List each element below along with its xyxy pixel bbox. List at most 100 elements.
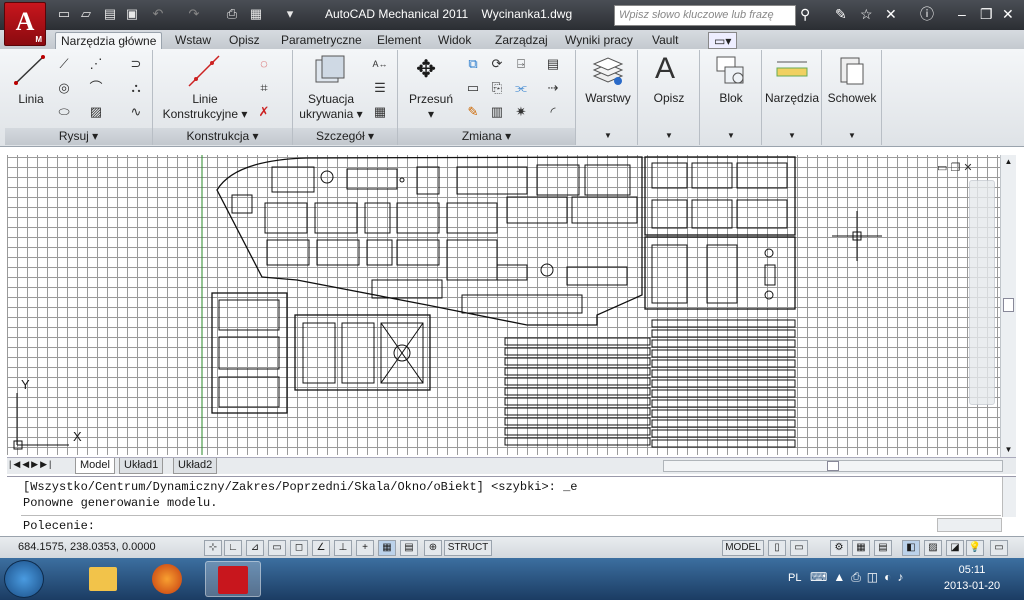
start-button[interactable]	[4, 560, 44, 598]
otrack-icon[interactable]: ⊥	[334, 540, 352, 556]
dyn-icon[interactable]: ▦	[378, 540, 396, 556]
construction-line-icon[interactable]	[187, 54, 221, 88]
copy-icon[interactable]: ⧉	[462, 54, 484, 74]
infer-constraints-icon[interactable]: ⊹	[204, 540, 222, 556]
isolate-icon[interactable]: ◧	[902, 540, 920, 556]
application-menu-button[interactable]: AM	[4, 2, 46, 46]
stretch-icon[interactable]: ▭	[462, 78, 484, 98]
qp-icon[interactable]: ⊕	[424, 540, 442, 556]
mirror-icon[interactable]: ⫘	[510, 78, 532, 98]
lineweight-icon[interactable]: ▤	[400, 540, 418, 556]
hardware-icon[interactable]: ▨	[924, 540, 942, 556]
command-scrollbar[interactable]	[937, 518, 1002, 532]
osnap-icon[interactable]: ∠	[312, 540, 330, 556]
rectangle-point-icon[interactable]: ⌗	[253, 78, 275, 98]
tray-icons[interactable]: ⌨▲⎙◫◐♪	[810, 570, 909, 585]
offset-icon[interactable]: ⊃	[125, 54, 147, 74]
text-edit-icon[interactable]: A↔	[369, 54, 391, 74]
trim-icon[interactable]: ⍈	[510, 54, 532, 74]
scale-icon[interactable]: ▥	[486, 102, 508, 122]
circle-icon[interactable]: ◎	[53, 78, 75, 98]
panel-draw-label[interactable]: Rysuj ▾	[5, 128, 152, 145]
tab-insert[interactable]: Wstaw	[170, 32, 216, 49]
line-icon[interactable]	[13, 53, 47, 87]
save-as-icon[interactable]: ▤	[102, 6, 118, 22]
undo-icon[interactable]: ↶	[150, 6, 166, 22]
tab-view[interactable]: Widok	[433, 32, 476, 49]
grid-icon[interactable]: ⊿	[246, 540, 264, 556]
annotation-scale-icon[interactable]: ⚙	[830, 540, 848, 556]
ellipse-icon[interactable]: ⬭	[53, 102, 75, 122]
horizontal-scrollbar[interactable]	[663, 460, 1003, 472]
redo-icon[interactable]: ↷	[186, 6, 202, 22]
wave-icon[interactable]: ∿	[125, 102, 147, 122]
search-input[interactable]: Wpisz słowo kluczowe lub frazę	[614, 5, 796, 26]
snap-icon[interactable]: ∟	[224, 540, 242, 556]
cleanscreen-icon[interactable]: ◪	[946, 540, 964, 556]
polyline-icon[interactable]: ⟋	[53, 54, 75, 74]
model-button[interactable]: MODEL	[722, 540, 764, 556]
block-expand-icon[interactable]: ▼	[700, 128, 762, 143]
move-icon[interactable]: ✥	[416, 56, 436, 84]
copy2-icon[interactable]: ⎘	[486, 78, 508, 98]
new-file-icon[interactable]: ▭	[56, 6, 72, 22]
taskbar-firefox[interactable]	[140, 561, 196, 597]
arc-icon[interactable]: ⌒	[85, 78, 107, 98]
print-icon[interactable]: ⎙	[224, 6, 240, 22]
taskbar-explorer[interactable]	[75, 561, 131, 597]
layout-nav-arrows[interactable]: |◀◀▶▶|	[9, 459, 53, 470]
tab-element[interactable]: Element	[372, 32, 426, 49]
layout-icon[interactable]: ▯	[768, 540, 786, 556]
exchange-icon[interactable]: ✕	[885, 6, 897, 22]
communication-icon[interactable]: ✎	[835, 6, 847, 22]
layers-expand-icon[interactable]: ▼	[578, 128, 638, 143]
open-file-icon[interactable]: ▱	[78, 6, 94, 22]
binoculars-icon[interactable]: ⚲	[800, 6, 810, 22]
explode-icon[interactable]: ✷	[510, 102, 532, 122]
fullscreen-icon[interactable]: ▭	[990, 540, 1008, 556]
vertical-scroll-thumb[interactable]	[1003, 298, 1014, 312]
clipboard-expand-icon[interactable]: ▼	[822, 128, 882, 143]
tab-annotate[interactable]: Opisz	[224, 32, 265, 49]
tab-output[interactable]: Wyniki pracy	[560, 32, 638, 49]
panel-tools[interactable]: Narzędzia ▼	[762, 50, 822, 145]
save-icon[interactable]: ▣	[124, 6, 140, 22]
minimize-icon[interactable]: ‒	[958, 6, 966, 22]
ducs-icon[interactable]: +	[356, 540, 374, 556]
viewport-controls[interactable]: ▭ ❐ ✕	[937, 161, 973, 174]
panel-clipboard[interactable]: Schowek ▼	[822, 50, 882, 145]
clock-date[interactable]: 2013-01-20	[936, 580, 1008, 592]
tab-manage[interactable]: Zarządzaj	[490, 32, 553, 49]
ribbon-minimize-button[interactable]: ▭▾	[708, 32, 738, 49]
coordinates-readout[interactable]: 684.1575, 238.0353, 0.0000	[18, 541, 156, 553]
qa-dropdown-icon[interactable]: ▾	[282, 6, 298, 22]
circle-red-icon[interactable]: ◌	[253, 54, 275, 74]
tab-layout2[interactable]: Układ2	[173, 458, 218, 474]
publish-icon[interactable]: ▦	[248, 6, 264, 22]
scroll-down-icon[interactable]: ▼	[1001, 443, 1016, 457]
tab-parametric[interactable]: Parametryczne	[276, 32, 367, 49]
clock-time[interactable]: 05:11	[944, 564, 1000, 576]
workspace-icon[interactable]: ▦	[852, 540, 870, 556]
horizontal-scroll-thumb[interactable]	[827, 461, 839, 471]
navigation-bar[interactable]	[969, 180, 995, 405]
extend-icon[interactable]: ⇢	[542, 78, 564, 98]
panel-modify-label[interactable]: Zmiana ▾	[398, 128, 575, 145]
panel-layers[interactable]: Warstwy ▼	[578, 50, 638, 145]
fillet-icon[interactable]: ◜	[542, 102, 564, 122]
vertical-scrollbar[interactable]: ▲ ▼	[1000, 155, 1016, 457]
command-vscrollbar[interactable]	[1002, 477, 1016, 517]
hatch-icon[interactable]: ▨	[85, 102, 107, 122]
taskbar-autocad[interactable]	[205, 561, 261, 597]
command-prompt[interactable]: Polecenie:	[23, 519, 95, 533]
polar-icon[interactable]: ◻	[290, 540, 308, 556]
star-icon[interactable]: ☆	[860, 6, 873, 22]
lightbulb-icon[interactable]: 💡	[966, 540, 984, 556]
close-icon[interactable]: ✕	[1002, 6, 1014, 22]
delete-construction-icon[interactable]: ✗	[253, 102, 275, 122]
construction-icon[interactable]: ⛬	[125, 78, 147, 98]
annotate-expand-icon[interactable]: ▼	[638, 128, 700, 143]
viewports-icon[interactable]: ▭	[790, 540, 808, 556]
drawing-canvas[interactable]: Y X ▭ ❐ ✕	[7, 155, 1007, 455]
panel-annotate[interactable]: A Opisz ▼	[638, 50, 700, 145]
